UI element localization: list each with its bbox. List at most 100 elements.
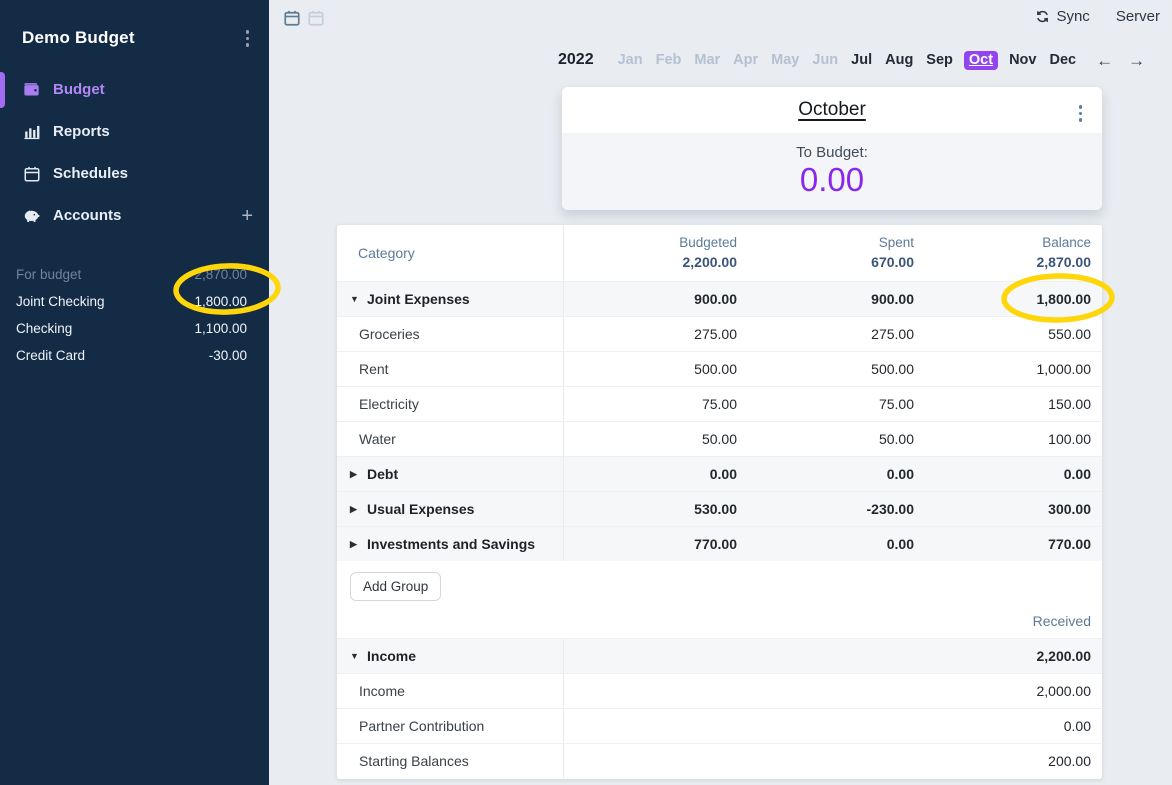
budgeted-cell[interactable]: 0.00 xyxy=(564,457,737,491)
spent-cell[interactable]: 0.00 xyxy=(737,457,914,491)
category-name: Debt xyxy=(367,466,398,482)
account-row-credit-card[interactable]: Credit Card -30.00 xyxy=(0,342,269,369)
account-row-for-budget[interactable]: For budget 2,870.00 xyxy=(0,261,269,288)
table-row-groceries[interactable]: Groceries 275.00 275.00 550.00 xyxy=(337,316,1102,351)
budgeted-cell[interactable]: 530.00 xyxy=(564,492,737,526)
sync-button[interactable]: Sync xyxy=(1035,8,1089,25)
balance-cell[interactable]: 770.00 xyxy=(914,527,1091,561)
category-column-header: Category xyxy=(337,225,564,281)
month-nov[interactable]: Nov xyxy=(1007,51,1038,69)
spent-cell[interactable]: 900.00 xyxy=(737,282,914,316)
received-cell[interactable]: 200.00 xyxy=(564,744,1102,778)
spent-cell[interactable]: 75.00 xyxy=(737,387,914,421)
month-jan[interactable]: Jan xyxy=(616,51,645,69)
month-oct-selected[interactable]: Oct xyxy=(964,51,998,70)
balance-cell[interactable]: 1,000.00 xyxy=(914,352,1091,386)
budgeted-cell[interactable]: 50.00 xyxy=(564,422,737,456)
account-row-checking[interactable]: Checking 1,100.00 xyxy=(0,315,269,342)
spent-cell[interactable]: -230.00 xyxy=(737,492,914,526)
account-name: Credit Card xyxy=(16,348,85,363)
sidebar-item-budget[interactable]: Budget xyxy=(0,69,269,111)
expand-triangle-icon[interactable]: ▶ xyxy=(350,504,360,515)
spent-total: 670.00 xyxy=(871,253,914,272)
table-row-partner-contribution[interactable]: Partner Contribution 0.00 xyxy=(337,708,1102,743)
budget-file-title[interactable]: Demo Budget xyxy=(22,28,135,48)
month-title[interactable]: October xyxy=(798,99,866,121)
table-row-electricity[interactable]: Electricity 75.00 75.00 150.00 xyxy=(337,386,1102,421)
account-balance: 1,100.00 xyxy=(194,321,247,336)
category-name: Water xyxy=(359,431,396,447)
spent-cell[interactable]: 0.00 xyxy=(737,527,914,561)
balance-column-header[interactable]: Balance 2,870.00 xyxy=(914,225,1091,281)
month-mar[interactable]: Mar xyxy=(692,51,722,69)
month-feb[interactable]: Feb xyxy=(654,51,684,69)
month-jun[interactable]: Jun xyxy=(810,51,840,69)
two-month-view-icon[interactable] xyxy=(307,9,325,27)
month-dec[interactable]: Dec xyxy=(1047,51,1078,69)
balance-cell[interactable]: 150.00 xyxy=(914,387,1091,421)
spent-column-header[interactable]: Spent 670.00 xyxy=(737,225,914,281)
sidebar-item-schedules[interactable]: Schedules xyxy=(0,153,269,195)
expand-triangle-icon[interactable]: ▶ xyxy=(350,469,360,480)
table-row-group-income[interactable]: ▼ Income 2,200.00 xyxy=(337,638,1102,673)
balance-total: 2,870.00 xyxy=(1037,253,1092,272)
balance-cell[interactable]: 0.00 xyxy=(914,457,1091,491)
balance-cell[interactable]: 1,800.00 xyxy=(914,282,1091,316)
category-name: Income xyxy=(367,648,416,664)
add-account-icon[interactable]: + xyxy=(241,206,253,226)
topbar-right: Sync Server xyxy=(1035,8,1160,25)
sidebar-item-reports[interactable]: Reports xyxy=(0,111,269,153)
received-cell[interactable]: 2,000.00 xyxy=(564,674,1102,708)
budgeted-cell[interactable]: 275.00 xyxy=(564,317,737,351)
category-name: Usual Expenses xyxy=(367,501,474,517)
table-row-group-investments-and-savings[interactable]: ▶Investments and Savings 770.00 0.00 770… xyxy=(337,526,1102,561)
accounts-list: For budget 2,870.00 Joint Checking 1,800… xyxy=(0,261,269,369)
month-apr[interactable]: Apr xyxy=(731,51,760,69)
month-menu-kebab-icon[interactable] xyxy=(1075,101,1087,126)
one-month-view-icon[interactable] xyxy=(283,9,301,27)
account-name: Joint Checking xyxy=(16,294,105,309)
spent-cell[interactable]: 50.00 xyxy=(737,422,914,456)
table-row-group-usual-expenses[interactable]: ▶ Usual Expenses 530.00 -230.00 300.00 xyxy=(337,491,1102,526)
month-aug[interactable]: Aug xyxy=(883,51,915,69)
sync-label: Sync xyxy=(1056,8,1089,25)
next-month-arrow[interactable]: → xyxy=(1128,52,1145,69)
sidebar-item-accounts[interactable]: Accounts + xyxy=(0,195,269,237)
received-cell[interactable]: 0.00 xyxy=(564,709,1102,743)
table-row-water[interactable]: Water 50.00 50.00 100.00 xyxy=(337,421,1102,456)
expand-triangle-icon[interactable]: ▶ xyxy=(350,539,360,550)
balance-cell[interactable]: 550.00 xyxy=(914,317,1091,351)
spent-cell[interactable]: 500.00 xyxy=(737,352,914,386)
account-row-joint-checking[interactable]: Joint Checking 1,800.00 xyxy=(0,288,269,315)
budget-menu-kebab-icon[interactable] xyxy=(242,26,254,51)
budgeted-cell[interactable]: 900.00 xyxy=(564,282,737,316)
category-name: Groceries xyxy=(359,326,420,342)
table-row-income[interactable]: Income 2,000.00 xyxy=(337,673,1102,708)
collapse-triangle-icon[interactable]: ▼ xyxy=(350,651,360,661)
budgeted-cell[interactable]: 770.00 xyxy=(564,527,737,561)
table-row-group-joint-expenses[interactable]: ▼Joint Expenses 900.00 900.00 1,800.00 xyxy=(337,281,1102,316)
to-budget-value[interactable]: 0.00 xyxy=(562,162,1102,198)
add-group-button[interactable]: Add Group xyxy=(350,572,441,601)
collapse-triangle-icon[interactable]: ▼ xyxy=(350,294,360,304)
balance-cell[interactable]: 300.00 xyxy=(914,492,1091,526)
wallet-icon xyxy=(22,80,41,99)
budgeted-column-header[interactable]: Budgeted 2,200.00 xyxy=(564,225,737,281)
category-name: Starting Balances xyxy=(359,753,469,769)
balance-cell[interactable]: 100.00 xyxy=(914,422,1091,456)
category-name: Partner Contribution xyxy=(359,718,484,734)
spent-cell[interactable]: 275.00 xyxy=(737,317,914,351)
prev-month-arrow[interactable]: ← xyxy=(1096,52,1113,69)
budgeted-cell[interactable]: 75.00 xyxy=(564,387,737,421)
category-name: Electricity xyxy=(359,396,419,412)
month-jul[interactable]: Jul xyxy=(849,51,874,69)
table-row-starting-balances[interactable]: Starting Balances 200.00 xyxy=(337,743,1102,778)
received-cell[interactable]: 2,200.00 xyxy=(564,639,1102,673)
server-button[interactable]: Server xyxy=(1116,8,1160,25)
table-row-rent[interactable]: Rent 500.00 500.00 1,000.00 xyxy=(337,351,1102,386)
month-may[interactable]: May xyxy=(769,51,801,69)
received-column-header: Received xyxy=(1033,613,1091,629)
table-row-group-debt[interactable]: ▶ Debt 0.00 0.00 0.00 xyxy=(337,456,1102,491)
budgeted-cell[interactable]: 500.00 xyxy=(564,352,737,386)
month-sep[interactable]: Sep xyxy=(924,51,955,69)
